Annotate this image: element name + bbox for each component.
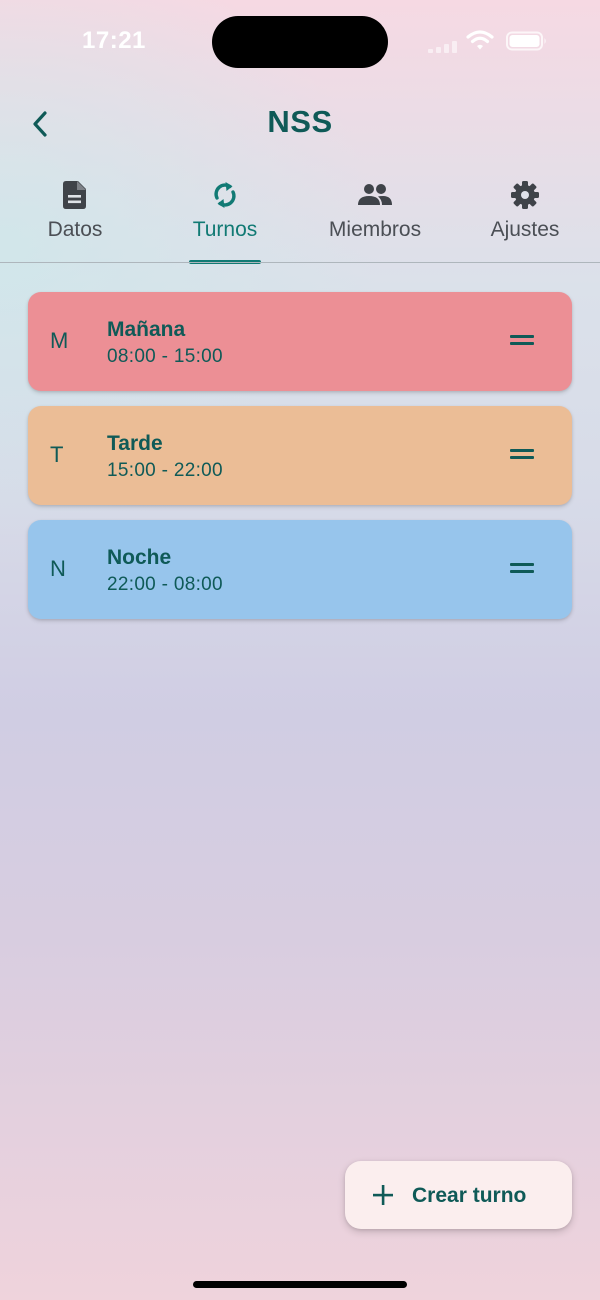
- tab-datos[interactable]: Datos: [0, 172, 150, 264]
- shift-list: M Mañana 08:00 - 15:00 T Tarde 15:00 - 2…: [28, 292, 572, 634]
- home-indicator: [193, 1281, 407, 1288]
- people-icon: [358, 184, 392, 205]
- dynamic-island: [212, 16, 388, 68]
- wifi-icon: [466, 30, 494, 50]
- shift-card-manana[interactable]: M Mañana 08:00 - 15:00: [28, 292, 572, 391]
- drag-handle-icon[interactable]: [510, 563, 534, 577]
- battery-icon: [506, 31, 546, 51]
- page-title: NSS: [267, 104, 333, 139]
- header: NSS: [0, 96, 600, 152]
- create-shift-button[interactable]: Crear turno: [345, 1161, 572, 1229]
- drag-handle-icon[interactable]: [510, 449, 534, 463]
- signal-icon: [428, 41, 457, 53]
- tab-label: Datos: [47, 218, 103, 241]
- shift-time: 15:00 - 22:00: [107, 460, 223, 481]
- status-bar: 17:21: [0, 0, 600, 80]
- status-time: 17:21: [82, 27, 146, 54]
- tab-label: Ajustes: [490, 218, 560, 241]
- tabs-divider: [0, 262, 600, 263]
- shift-letter: N: [50, 556, 66, 581]
- tab-bar: Datos Turnos Miembros Ajustes: [0, 172, 600, 264]
- tab-label: Miembros: [328, 218, 422, 241]
- tab-label: Turnos: [192, 218, 258, 241]
- sync-icon: [214, 182, 236, 208]
- shift-time: 22:00 - 08:00: [107, 574, 223, 595]
- plus-icon: [373, 1185, 393, 1205]
- tab-miembros[interactable]: Miembros: [300, 172, 450, 264]
- shift-letter: M: [50, 328, 69, 353]
- shift-time: 08:00 - 15:00: [107, 346, 223, 367]
- shift-name: Noche: [107, 546, 172, 569]
- shift-card-noche[interactable]: N Noche 22:00 - 08:00: [28, 520, 572, 619]
- drag-handle-icon[interactable]: [510, 335, 534, 349]
- create-shift-label: Crear turno: [412, 1184, 527, 1207]
- tab-turnos[interactable]: Turnos: [150, 172, 300, 264]
- shift-name: Mañana: [107, 318, 186, 341]
- shift-letter: T: [50, 442, 64, 467]
- tab-ajustes[interactable]: Ajustes: [450, 172, 600, 264]
- shift-card-tarde[interactable]: T Tarde 15:00 - 22:00: [28, 406, 572, 505]
- gear-icon: [511, 181, 539, 209]
- document-icon: [63, 181, 86, 209]
- shift-name: Tarde: [107, 432, 163, 455]
